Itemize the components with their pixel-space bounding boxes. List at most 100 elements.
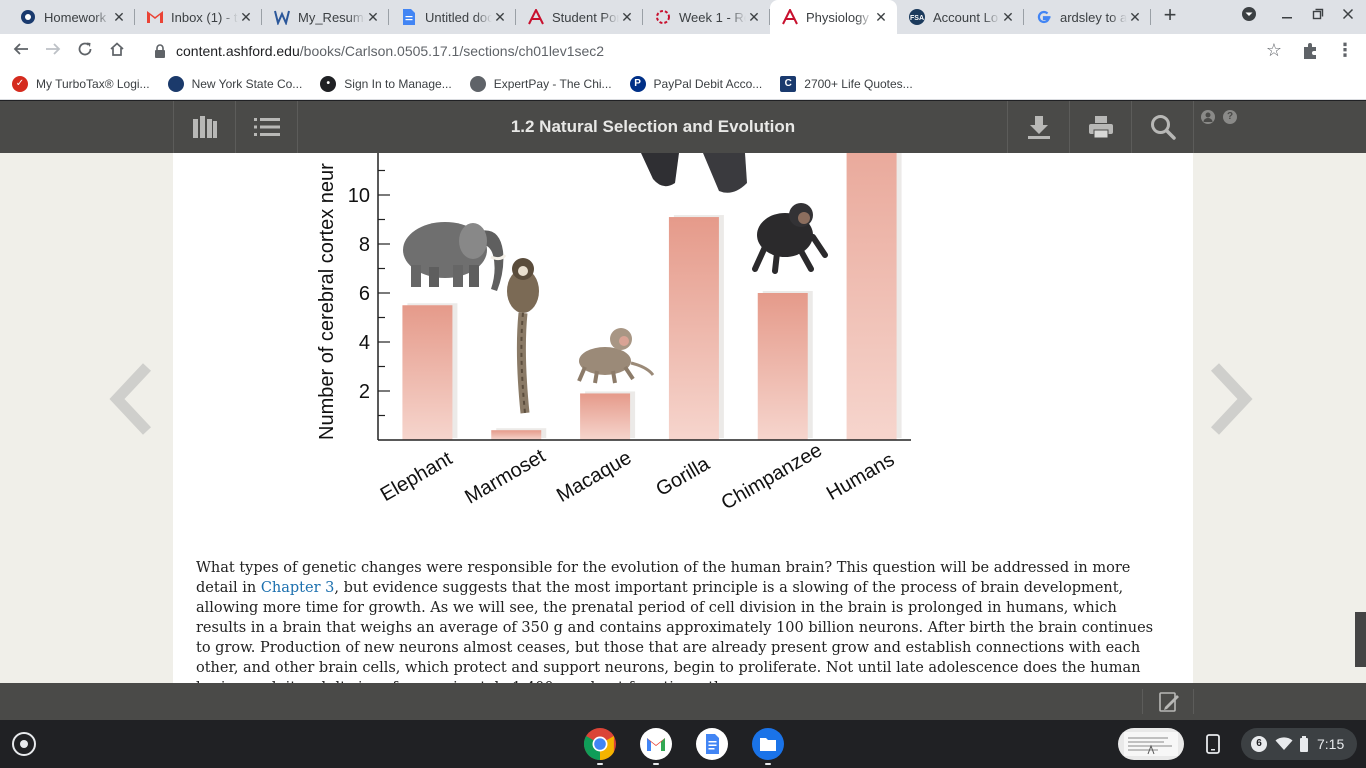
help-icon[interactable]: ? (1223, 110, 1237, 124)
gmail-icon[interactable] (639, 727, 673, 761)
new-tab-button[interactable]: + (1158, 4, 1182, 28)
bookmark-label: Sign In to Manage... (344, 76, 452, 91)
browser-tab[interactable]: ardsley to a ✕ (1024, 0, 1151, 34)
bar-humans (846, 153, 897, 440)
back-button[interactable] (9, 39, 33, 63)
tab-close-icon[interactable]: ✕ (619, 9, 635, 25)
tab-close-icon[interactable]: ✕ (238, 9, 254, 25)
app-running-indicator (653, 763, 659, 765)
bookmark-favicon-icon: • (320, 75, 337, 92)
x-tick-label: Gorilla (652, 452, 714, 500)
bookmark-label: New York State Co... (191, 76, 303, 91)
holding-space-thumbnail[interactable] (1118, 728, 1184, 760)
print-icon[interactable] (1069, 101, 1131, 153)
tab-title: Inbox (1) - t (171, 9, 238, 25)
user-icon[interactable] (1201, 110, 1215, 124)
library-icon[interactable] (173, 101, 235, 153)
notification-count-badge: 6 (1251, 736, 1267, 752)
y-axis-label: Number of cerebral cortex neur (316, 163, 338, 440)
loading-ring-icon (655, 9, 671, 25)
restore-icon[interactable] (1307, 6, 1329, 26)
x-tick-label: Humans (823, 449, 899, 505)
clock: 7:15 (1317, 736, 1345, 752)
browser-tab[interactable]: Inbox (1) - t ✕ (135, 0, 262, 34)
y-tick-label: 2 (359, 381, 370, 403)
browser-tab[interactable]: Physiology ✕ (770, 0, 897, 34)
close-window-icon[interactable] (1337, 6, 1359, 26)
bookmark-item[interactable]: ✓ My TurboTax® Logi... (12, 75, 150, 92)
wifi-icon (1275, 737, 1293, 750)
tab-close-icon[interactable]: ✕ (111, 9, 127, 25)
ashford-a-icon (782, 9, 798, 25)
tab-search-icon[interactable] (1238, 6, 1260, 26)
bookmark-item[interactable]: • Sign In to Manage... (320, 75, 452, 92)
files-icon[interactable] (751, 727, 785, 761)
tab-close-icon[interactable]: ✕ (873, 9, 889, 25)
chapter-3-link[interactable]: Chapter 3 (261, 580, 335, 596)
bookmark-item[interactable]: ExpertPay - The Chi... (469, 75, 612, 92)
reload-button[interactable] (73, 39, 97, 63)
section-title: 1.2 Natural Selection and Evolution (510, 117, 796, 136)
url-path: /books/Carlson.0505.17.1/sections/ch01le… (299, 43, 605, 59)
elephant-illustration (403, 222, 507, 291)
fsa-icon: FSA (909, 9, 925, 25)
bookmark-favicon-icon: C (780, 75, 797, 92)
bar-gorilla (668, 217, 719, 440)
browser-tab[interactable]: Week 1 - Re ✕ (643, 0, 770, 34)
x-tick-label: Elephant (377, 447, 457, 506)
tab-close-icon[interactable]: ✕ (1127, 9, 1143, 25)
menu-kebab-icon[interactable]: ⋮ (1336, 40, 1354, 62)
table-of-contents-icon[interactable] (235, 101, 297, 153)
browser-tab[interactable]: My_Resume ✕ (262, 0, 389, 34)
bar-elephant (402, 305, 453, 440)
marmoset-illustration (507, 258, 539, 414)
browser-tab[interactable]: Homework ✕ (8, 0, 135, 34)
docs-icon[interactable] (695, 727, 729, 761)
next-page-arrow-icon[interactable] (1205, 359, 1255, 439)
tab-close-icon[interactable]: ✕ (492, 9, 508, 25)
bookmarks-bar: ✓ My TurboTax® Logi... New York State Co..… (0, 68, 1366, 100)
app-running-indicator (765, 763, 771, 765)
tab-close-icon[interactable]: ✕ (746, 9, 762, 25)
tab-close-icon[interactable]: ✕ (365, 9, 381, 25)
extensions-puzzle-icon[interactable] (1300, 40, 1322, 62)
bookmark-star-icon[interactable]: ☆ (1266, 40, 1282, 61)
previous-page-arrow-icon[interactable] (107, 359, 157, 439)
browser-tab[interactable]: Student Por ✕ (516, 0, 643, 34)
word-w-icon (274, 9, 290, 25)
bar-chimpanzee (757, 293, 808, 440)
tab-title: Account Lo (933, 9, 999, 25)
search-icon[interactable] (1131, 101, 1193, 153)
browser-tab[interactable]: FSA Account Lo ✕ (897, 0, 1024, 34)
gorilla-illustration (641, 153, 747, 193)
footer-divider (1142, 689, 1143, 714)
bookmark-item[interactable]: New York State Co... (167, 75, 303, 92)
phone-hub-icon[interactable] (1200, 728, 1226, 760)
body-paragraph: What types of genetic changes were respo… (196, 558, 1171, 683)
bookmark-label: PayPal Debit Acco... (653, 76, 763, 91)
notes-pencil-icon[interactable] (1157, 690, 1181, 714)
bar-macaque (580, 393, 631, 440)
minimize-icon[interactable] (1276, 6, 1298, 26)
bookmark-label: My TurboTax® Logi... (36, 76, 150, 91)
homework-circle-icon (20, 9, 36, 25)
tab-separator (1150, 9, 1151, 25)
status-tray[interactable]: 6 7:15 (1241, 728, 1357, 760)
browser-tab[interactable]: Untitled doc ✕ (389, 0, 516, 34)
bookmark-favicon-icon: ✓ (12, 75, 28, 92)
bookmark-item[interactable]: P PayPal Debit Acco... (629, 75, 763, 92)
battery-icon (1300, 736, 1308, 752)
launcher-icon[interactable] (12, 732, 36, 756)
footer-divider (1193, 689, 1194, 714)
chrome-icon[interactable] (583, 727, 617, 761)
scrollbar-thumb[interactable] (1355, 612, 1366, 667)
download-icon[interactable] (1007, 101, 1069, 153)
home-button[interactable] (105, 39, 129, 63)
url-host: content.ashford.edu (176, 43, 300, 59)
forward-button[interactable] (41, 39, 65, 63)
tab-close-icon[interactable]: ✕ (1000, 9, 1016, 25)
bookmark-item[interactable]: C 2700+ Life Quotes... (780, 75, 913, 92)
body-text-part2: , but evidence suggests that the most im… (196, 580, 1154, 683)
address-bar[interactable]: content.ashford.edu/books/Carlson.0505.1… (140, 36, 1298, 66)
docs-icon (401, 9, 417, 25)
